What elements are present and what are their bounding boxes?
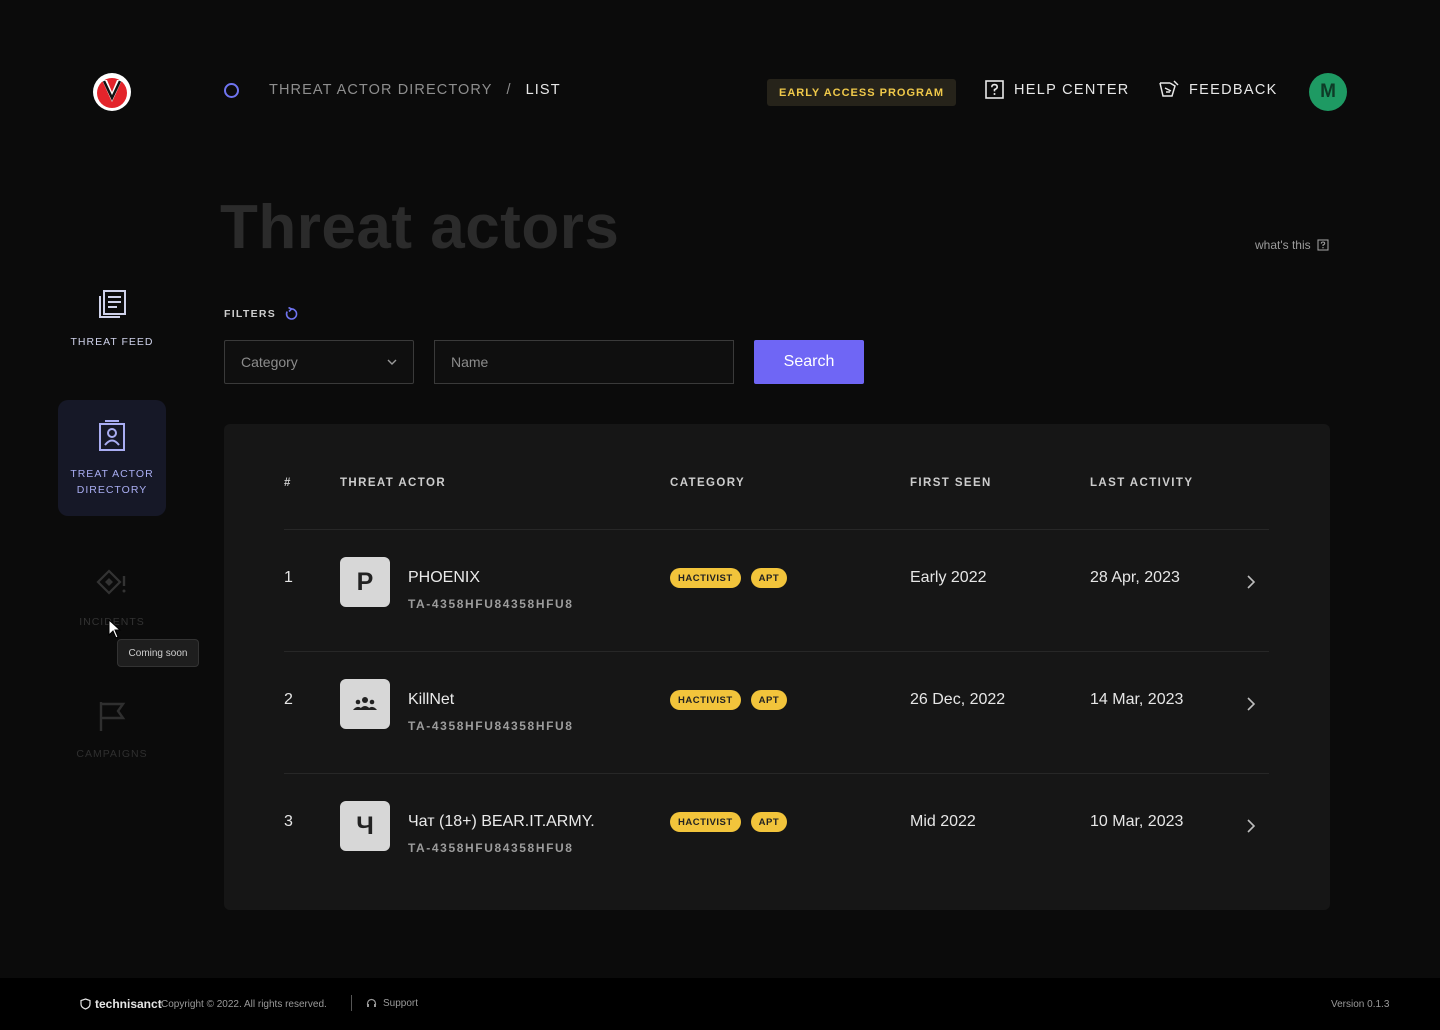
last-activity-value: 14 Mar, 2023 (1090, 691, 1184, 708)
chevron-down-icon (387, 359, 397, 365)
category-badge: APT (750, 690, 788, 710)
filters-header: FILTERS (224, 307, 298, 321)
category-tags: HACTIVIST APT (670, 690, 788, 710)
category-badge: HACTIVIST (670, 690, 741, 710)
search-button[interactable]: Search (754, 340, 864, 384)
footer: technisanct Copyright © 2022. All rights… (0, 978, 1440, 1030)
actor-avatar (340, 679, 390, 729)
chevron-right-icon[interactable] (1244, 573, 1258, 591)
footer-brand[interactable]: technisanct (80, 997, 162, 1011)
footer-brand-label: technisanct (95, 997, 162, 1011)
column-header-number: # (284, 477, 292, 489)
category-tags: HACTIVIST APT (670, 812, 788, 832)
filters-label: FILTERS (224, 308, 277, 320)
category-badge: HACTIVIST (670, 812, 741, 832)
first-seen-value: Early 2022 (910, 569, 987, 586)
category-badge: HACTIVIST (670, 568, 741, 588)
version-text: Version 0.1.3 (1331, 999, 1390, 1010)
group-icon (353, 697, 377, 710)
feedback-button[interactable]: FEEDBACK (1158, 80, 1278, 99)
help-center-button[interactable]: HELP CENTER (985, 80, 1130, 99)
table-row[interactable]: 1 P PHOENIX TA-4358HFU84358HFU8 HACTIVIS… (0, 557, 1440, 691)
feedback-label: FEEDBACK (1189, 81, 1278, 98)
early-access-badge[interactable]: EARLY ACCESS PROGRAM (767, 79, 957, 106)
actor-avatar: Ч (340, 801, 390, 851)
breadcrumb-separator: / (506, 82, 512, 98)
actor-name[interactable]: KillNet (408, 691, 454, 709)
column-header-threat-actor[interactable]: THREAT ACTOR (340, 477, 446, 489)
help-icon (985, 80, 1004, 99)
name-search-input[interactable] (434, 340, 734, 384)
actor-avatar: P (340, 557, 390, 607)
status-ring-icon (224, 82, 239, 98)
category-badge: APT (750, 812, 788, 832)
actor-name[interactable]: Чат (18+) BEAR.IT.ARMY. (408, 813, 595, 831)
actor-id: TA-4358HFU84358HFU8 (408, 719, 574, 733)
table-row[interactable]: 2 KillNet TA-4358HFU84358HFU8 HACTIVIST … (0, 679, 1440, 813)
column-header-category[interactable]: CATEGORY (670, 477, 745, 489)
chevron-right-icon[interactable] (1244, 695, 1258, 713)
footer-divider (351, 995, 352, 1011)
sidebar-item-label: THREAT FEED (70, 336, 154, 348)
app-root: THREAT ACTOR DIRECTORY / LIST EARLY ACCE… (0, 0, 1440, 1030)
support-link[interactable]: Support (366, 998, 418, 1009)
category-badge: APT (750, 568, 788, 588)
category-select[interactable]: Category (224, 340, 414, 384)
whats-this-label: what's this (1255, 238, 1311, 252)
table-row[interactable]: 3 Ч Чат (18+) BEAR.IT.ARMY. TA-4358HFU84… (0, 801, 1440, 935)
actor-id: TA-4358HFU84358HFU8 (408, 597, 574, 611)
copyright-text: Copyright © 2022. All rights reserved. (161, 999, 327, 1010)
last-activity-value: 28 Apr, 2023 (1090, 569, 1180, 586)
breadcrumb: THREAT ACTOR DIRECTORY / LIST (224, 82, 561, 98)
support-label: Support (383, 998, 419, 1009)
row-number: 1 (284, 569, 293, 586)
reset-filters-icon[interactable] (284, 307, 298, 321)
category-select-value: Category (241, 354, 298, 370)
shield-icon (80, 998, 91, 1010)
sidebar-item-threat-actor-directory[interactable]: TREAT ACTOR DIRECTORY (58, 400, 166, 516)
whats-this-link[interactable]: what's this (1255, 238, 1329, 252)
category-tags: HACTIVIST APT (670, 568, 788, 588)
directory-icon (99, 420, 125, 451)
sidebar-item-label: TREAT ACTOR DIRECTORY (70, 468, 154, 496)
column-header-last-activity[interactable]: LAST ACTIVITY (1090, 477, 1193, 489)
chevron-right-icon[interactable] (1244, 817, 1258, 835)
column-header-first-seen[interactable]: FIRST SEEN (910, 477, 992, 489)
actor-id: TA-4358HFU84358HFU8 (408, 841, 574, 855)
help-center-label: HELP CENTER (1014, 81, 1130, 98)
row-divider (284, 529, 1269, 530)
breadcrumb-section[interactable]: THREAT ACTOR DIRECTORY (269, 82, 492, 98)
headset-icon (366, 998, 377, 1007)
help-small-icon (1317, 239, 1329, 251)
sidebar-item-threat-feed[interactable]: THREAT FEED (58, 288, 166, 350)
breadcrumb-current: LIST (525, 82, 561, 98)
brand-logo-icon[interactable] (92, 72, 132, 112)
actor-name[interactable]: PHOENIX (408, 569, 480, 587)
row-number: 3 (284, 813, 293, 830)
feed-icon (99, 290, 126, 318)
user-avatar[interactable]: M (1309, 73, 1347, 111)
row-number: 2 (284, 691, 293, 708)
last-activity-value: 10 Mar, 2023 (1090, 813, 1184, 830)
feedback-icon (1159, 80, 1179, 97)
first-seen-value: 26 Dec, 2022 (910, 691, 1006, 708)
first-seen-value: Mid 2022 (910, 813, 976, 830)
page-title: Threat actors (220, 193, 620, 262)
